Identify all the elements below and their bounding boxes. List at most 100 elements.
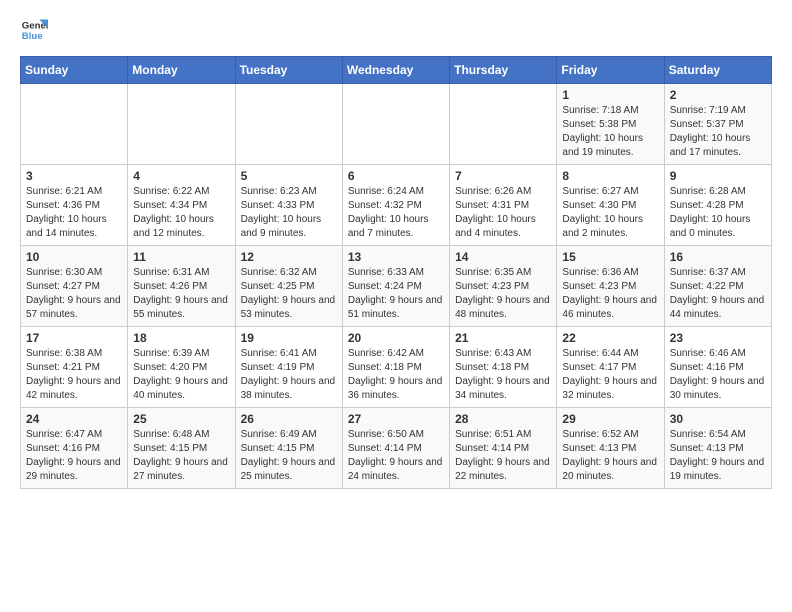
header-tuesday: Tuesday (235, 57, 342, 84)
calendar-cell: 29Sunrise: 6:52 AM Sunset: 4:13 PM Dayli… (557, 408, 664, 489)
calendar-week-row: 17 Sunrise: 6:38 AM Sunset: 4:21 PM Dayli… (21, 327, 772, 408)
day-number: 21 (455, 331, 551, 345)
header-sunday: Sunday (21, 57, 128, 84)
day-info: Sunrise: 6:32 AM Sunset: 4:25 PM Dayligh… (241, 266, 337, 322)
day-number: 30 (670, 412, 766, 426)
calendar-cell: 1 Sunrise: 7:18 AM Sunset: 5:38 PM Daylig… (557, 84, 664, 165)
day-info: Sunrise: 6:37 AM Sunset: 4:22 PM Dayligh… (670, 266, 766, 322)
day-number: 11 (133, 250, 229, 264)
day-number: 9 (670, 169, 766, 183)
page-header: General Blue (20, 16, 772, 44)
day-info: Sunrise: 6:39 AM Sunset: 4:20 PM Dayligh… (133, 347, 229, 403)
calendar-week-row: 1 Sunrise: 7:18 AM Sunset: 5:38 PM Daylig… (21, 84, 772, 165)
day-info: Sunrise: 6:49 AM Sunset: 4:15 PM Dayligh… (241, 428, 337, 484)
day-number: 3 (26, 169, 122, 183)
day-number: 22 (562, 331, 658, 345)
day-info: Sunrise: 6:31 AM Sunset: 4:26 PM Dayligh… (133, 266, 229, 322)
day-number: 20 (348, 331, 444, 345)
calendar-cell (21, 84, 128, 165)
day-info: Sunrise: 6:44 AM Sunset: 4:17 PM Dayligh… (562, 347, 658, 403)
header-saturday: Saturday (664, 57, 771, 84)
day-number: 26 (241, 412, 337, 426)
day-number: 29 (562, 412, 658, 426)
calendar-cell: 21 Sunrise: 6:43 AM Sunset: 4:18 PM Dayli… (450, 327, 557, 408)
day-info: Sunrise: 6:43 AM Sunset: 4:18 PM Dayligh… (455, 347, 551, 403)
day-number: 6 (348, 169, 444, 183)
day-number: 18 (133, 331, 229, 345)
calendar-cell: 2 Sunrise: 7:19 AM Sunset: 5:37 PM Daylig… (664, 84, 771, 165)
day-number: 19 (241, 331, 337, 345)
logo: General Blue (20, 16, 48, 44)
day-info: Sunrise: 6:48 AM Sunset: 4:15 PM Dayligh… (133, 428, 229, 484)
day-info: Sunrise: 6:41 AM Sunset: 4:19 PM Dayligh… (241, 347, 337, 403)
calendar-cell: 19 Sunrise: 6:41 AM Sunset: 4:19 PM Dayli… (235, 327, 342, 408)
calendar-cell: 13 Sunrise: 6:33 AM Sunset: 4:24 PM Dayli… (342, 246, 449, 327)
day-number: 17 (26, 331, 122, 345)
day-number: 10 (26, 250, 122, 264)
day-info: Sunrise: 6:30 AM Sunset: 4:27 PM Dayligh… (26, 266, 122, 322)
day-number: 13 (348, 250, 444, 264)
calendar-cell (342, 84, 449, 165)
day-number: 23 (670, 331, 766, 345)
day-number: 25 (133, 412, 229, 426)
day-info: Sunrise: 6:27 AM Sunset: 4:30 PM Dayligh… (562, 185, 658, 241)
header-friday: Friday (557, 57, 664, 84)
day-info: Sunrise: 7:19 AM Sunset: 5:37 PM Dayligh… (670, 104, 766, 160)
day-info: Sunrise: 6:50 AM Sunset: 4:14 PM Dayligh… (348, 428, 444, 484)
day-number: 28 (455, 412, 551, 426)
svg-text:Blue: Blue (22, 31, 43, 42)
calendar-cell: 16 Sunrise: 6:37 AM Sunset: 4:22 PM Dayli… (664, 246, 771, 327)
calendar-cell: 5Sunrise: 6:23 AM Sunset: 4:33 PM Daylig… (235, 165, 342, 246)
day-number: 5 (241, 169, 337, 183)
day-number: 14 (455, 250, 551, 264)
calendar-cell: 4 Sunrise: 6:22 AM Sunset: 4:34 PM Daylig… (128, 165, 235, 246)
day-number: 27 (348, 412, 444, 426)
day-info: Sunrise: 6:54 AM Sunset: 4:13 PM Dayligh… (670, 428, 766, 484)
day-number: 15 (562, 250, 658, 264)
day-number: 12 (241, 250, 337, 264)
day-number: 7 (455, 169, 551, 183)
day-info: Sunrise: 6:33 AM Sunset: 4:24 PM Dayligh… (348, 266, 444, 322)
header-monday: Monday (128, 57, 235, 84)
day-info: Sunrise: 6:51 AM Sunset: 4:14 PM Dayligh… (455, 428, 551, 484)
calendar-cell: 26 Sunrise: 6:49 AM Sunset: 4:15 PM Dayli… (235, 408, 342, 489)
calendar-cell: 14 Sunrise: 6:35 AM Sunset: 4:23 PM Dayli… (450, 246, 557, 327)
day-info: Sunrise: 7:18 AM Sunset: 5:38 PM Dayligh… (562, 104, 658, 160)
calendar-week-row: 10 Sunrise: 6:30 AM Sunset: 4:27 PM Dayli… (21, 246, 772, 327)
calendar-cell: 7 Sunrise: 6:26 AM Sunset: 4:31 PM Daylig… (450, 165, 557, 246)
day-info: Sunrise: 6:46 AM Sunset: 4:16 PM Dayligh… (670, 347, 766, 403)
calendar-cell (235, 84, 342, 165)
calendar-table: SundayMondayTuesdayWednesdayThursdayFrid… (20, 56, 772, 489)
calendar-cell: 23 Sunrise: 6:46 AM Sunset: 4:16 PM Dayli… (664, 327, 771, 408)
day-info: Sunrise: 6:21 AM Sunset: 4:36 PM Dayligh… (26, 185, 122, 241)
calendar-cell: 27 Sunrise: 6:50 AM Sunset: 4:14 PM Dayli… (342, 408, 449, 489)
day-info: Sunrise: 6:26 AM Sunset: 4:31 PM Dayligh… (455, 185, 551, 241)
day-number: 4 (133, 169, 229, 183)
day-info: Sunrise: 6:42 AM Sunset: 4:18 PM Dayligh… (348, 347, 444, 403)
day-info: Sunrise: 6:22 AM Sunset: 4:34 PM Dayligh… (133, 185, 229, 241)
header-thursday: Thursday (450, 57, 557, 84)
header-wednesday: Wednesday (342, 57, 449, 84)
day-number: 24 (26, 412, 122, 426)
day-info: Sunrise: 6:35 AM Sunset: 4:23 PM Dayligh… (455, 266, 551, 322)
day-number: 16 (670, 250, 766, 264)
day-info: Sunrise: 6:36 AM Sunset: 4:23 PM Dayligh… (562, 266, 658, 322)
calendar-cell: 24Sunrise: 6:47 AM Sunset: 4:16 PM Dayli… (21, 408, 128, 489)
calendar-cell: 8Sunrise: 6:27 AM Sunset: 4:30 PM Daylig… (557, 165, 664, 246)
day-info: Sunrise: 6:38 AM Sunset: 4:21 PM Dayligh… (26, 347, 122, 403)
calendar-cell: 10 Sunrise: 6:30 AM Sunset: 4:27 PM Dayli… (21, 246, 128, 327)
day-number: 1 (562, 88, 658, 102)
logo-icon: General Blue (20, 16, 48, 44)
calendar-week-row: 3 Sunrise: 6:21 AM Sunset: 4:36 PM Daylig… (21, 165, 772, 246)
calendar-cell: 30 Sunrise: 6:54 AM Sunset: 4:13 PM Dayli… (664, 408, 771, 489)
calendar-cell: 9 Sunrise: 6:28 AM Sunset: 4:28 PM Daylig… (664, 165, 771, 246)
calendar-cell: 25 Sunrise: 6:48 AM Sunset: 4:15 PM Dayli… (128, 408, 235, 489)
calendar-cell: 3 Sunrise: 6:21 AM Sunset: 4:36 PM Daylig… (21, 165, 128, 246)
calendar-cell: 17 Sunrise: 6:38 AM Sunset: 4:21 PM Dayli… (21, 327, 128, 408)
calendar-cell (128, 84, 235, 165)
day-number: 2 (670, 88, 766, 102)
calendar-cell: 11 Sunrise: 6:31 AM Sunset: 4:26 PM Dayli… (128, 246, 235, 327)
day-info: Sunrise: 6:28 AM Sunset: 4:28 PM Dayligh… (670, 185, 766, 241)
calendar-cell (450, 84, 557, 165)
calendar-cell: 15 Sunrise: 6:36 AM Sunset: 4:23 PM Dayli… (557, 246, 664, 327)
